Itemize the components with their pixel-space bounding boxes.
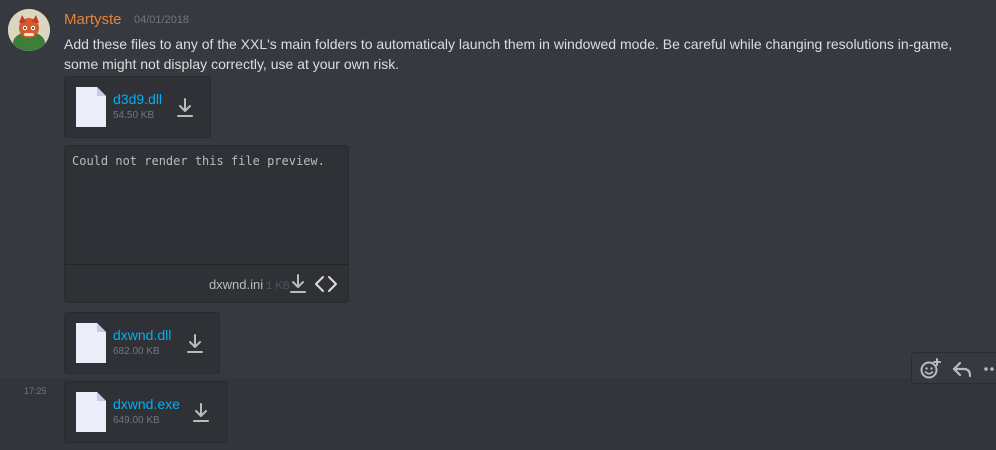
message-content: Add these files to any of the XXL's main… xyxy=(64,36,953,72)
preview-file-name[interactable]: dxwnd.ini xyxy=(209,277,263,292)
file-icon xyxy=(76,87,106,127)
file-icon xyxy=(76,323,106,363)
attachment-name[interactable]: d3d9.dll xyxy=(113,91,162,107)
file-preview-body: Could not render this file preview. xyxy=(65,146,348,265)
attachment-size: 682.00 KB xyxy=(113,346,160,357)
file-icon xyxy=(76,392,106,432)
code-expand-icon[interactable] xyxy=(314,274,338,294)
message-author[interactable]: Martyste xyxy=(64,11,122,28)
file-preview-footer: dxwnd.ini 1 KB xyxy=(65,265,348,302)
preview-message: Could not render this file preview. xyxy=(72,154,325,168)
attachment-size: 54.50 KB xyxy=(113,110,155,121)
more-options-icon[interactable] xyxy=(982,358,996,380)
message-actions-bar xyxy=(911,352,996,384)
message-side-timestamp: 17:25 xyxy=(24,386,47,396)
reply-icon[interactable] xyxy=(951,358,973,380)
attachment-card: d3d9.dll 54.50 KB xyxy=(64,76,211,138)
download-icon[interactable] xyxy=(288,273,308,295)
avatar[interactable] xyxy=(8,9,50,51)
download-icon[interactable] xyxy=(191,402,211,424)
chat-message-area: Martyste 04/01/2018 Add these files to a… xyxy=(0,0,996,450)
download-icon[interactable] xyxy=(185,333,205,355)
attachment-name[interactable]: dxwnd.dll xyxy=(113,327,171,343)
download-icon[interactable] xyxy=(175,97,195,119)
attachment-card: dxwnd.dll 682.00 KB xyxy=(64,312,220,374)
message-timestamp: 04/01/2018 xyxy=(134,14,190,26)
preview-file-label: dxwnd.ini 1 KB xyxy=(209,277,290,292)
attachment-card: dxwnd.exe 649.00 KB xyxy=(64,381,227,443)
preview-file-size: 1 KB xyxy=(266,280,290,292)
attachment-size: 649.00 KB xyxy=(113,415,160,426)
attachment-name[interactable]: dxwnd.exe xyxy=(113,396,180,412)
add-reaction-icon[interactable] xyxy=(919,358,941,380)
file-preview: Could not render this file preview. dxwn… xyxy=(64,145,349,303)
